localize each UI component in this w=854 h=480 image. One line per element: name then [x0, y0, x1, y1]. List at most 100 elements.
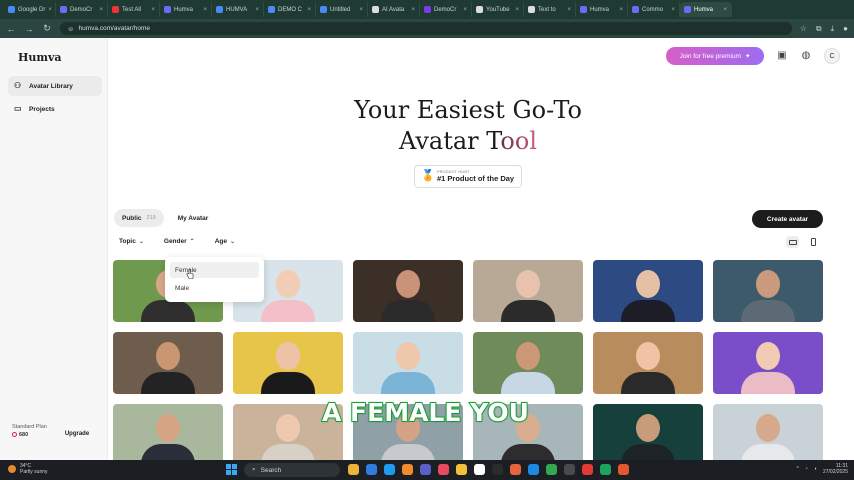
taskbar-app-icon[interactable] — [348, 464, 359, 475]
clock[interactable]: 11:31 27/02/2025 — [823, 463, 848, 475]
tab-my-avatar[interactable]: My Avatar — [170, 209, 217, 227]
sun-icon — [8, 465, 16, 473]
avatar-card[interactable] — [473, 332, 583, 394]
taskbar-search[interactable]: ⌕ Search — [244, 463, 340, 477]
taskbar-app-icon[interactable] — [582, 464, 593, 475]
filter-topic[interactable]: Topic ⌄ — [119, 238, 144, 245]
gender-option-female[interactable]: Female — [170, 262, 259, 278]
avatar-card[interactable] — [593, 332, 703, 394]
library-tabs: Public 219 My Avatar — [114, 209, 216, 227]
upgrade-button[interactable]: Upgrade — [60, 427, 94, 440]
taskbar-app-icon[interactable] — [384, 464, 395, 475]
gender-option-male[interactable]: Male — [170, 280, 259, 296]
browser-tab[interactable]: Commo × — [628, 2, 680, 17]
user-avatar[interactable]: C — [824, 48, 840, 64]
browser-tab[interactable]: Humva × — [576, 2, 628, 17]
taskbar-app-icon[interactable] — [366, 464, 377, 475]
browser-tab[interactable]: DemoCr × — [56, 2, 108, 17]
tab-favicon-icon — [632, 6, 639, 13]
close-tab-icon[interactable]: × — [48, 7, 52, 13]
taskbar-app-icon[interactable] — [546, 464, 557, 475]
close-tab-icon[interactable]: × — [255, 7, 259, 13]
avatar-face — [756, 342, 780, 370]
taskbar-app-icon[interactable] — [438, 464, 449, 475]
download-icon[interactable]: ⤓ — [831, 24, 835, 34]
avatar-card[interactable] — [713, 260, 823, 322]
close-tab-icon[interactable]: × — [411, 7, 415, 13]
filter-age[interactable]: Age ⌄ — [215, 238, 235, 245]
back-icon[interactable]: ← — [6, 24, 16, 34]
close-tab-icon[interactable]: × — [463, 7, 467, 13]
browser-tab[interactable]: Test All × — [108, 2, 160, 17]
sidebar-item-projects[interactable]: ▭ Projects — [8, 99, 102, 119]
browser-tab[interactable]: Humva × — [160, 2, 212, 17]
create-avatar-button[interactable]: Create avatar — [752, 210, 823, 228]
browser-tab[interactable]: Humva × — [680, 2, 732, 17]
close-tab-icon[interactable]: × — [723, 7, 727, 13]
taskbar-app-icon[interactable] — [420, 464, 431, 475]
chevron-up-icon[interactable]: ^ — [797, 466, 799, 472]
avatar-card[interactable] — [353, 260, 463, 322]
browser-tab[interactable]: DEMO C × — [264, 2, 316, 17]
taskbar-app-icon[interactable] — [456, 464, 467, 475]
portrait-view-button[interactable] — [807, 236, 820, 248]
close-tab-icon[interactable]: × — [359, 7, 363, 13]
taskbar-app-icon[interactable] — [510, 464, 521, 475]
close-tab-icon[interactable]: × — [151, 7, 155, 13]
avatar-body — [621, 372, 675, 394]
browser-tab[interactable]: Text to × — [524, 2, 576, 17]
windows-start-icon[interactable] — [226, 464, 237, 475]
taskbar-app-icon[interactable] — [564, 464, 575, 475]
site-info-icon[interactable]: ⊜ — [68, 25, 73, 33]
avatar-card[interactable] — [593, 404, 703, 460]
avatar-face — [756, 270, 780, 298]
browser-tab[interactable]: YouTube × — [472, 2, 524, 17]
volume-icon[interactable]: ◖ — [814, 466, 817, 472]
browser-tab[interactable]: HUMVA × — [212, 2, 264, 17]
avatar-card[interactable] — [473, 260, 583, 322]
sidebar-item-avatar-library[interactable]: ⚇ Avatar Library — [8, 76, 102, 96]
credits-count: 680 — [19, 432, 29, 438]
close-tab-icon[interactable]: × — [99, 7, 103, 13]
browser-tab[interactable]: DemoCr × — [420, 2, 472, 17]
landscape-view-button[interactable] — [786, 236, 799, 248]
tab-public[interactable]: Public 219 — [114, 209, 164, 227]
humva-logo[interactable]: Humva — [18, 51, 62, 64]
avatar-card[interactable] — [713, 404, 823, 460]
avatar-card[interactable] — [593, 260, 703, 322]
product-hunt-badge[interactable]: 🏅 PRODUCT HUNT #1 Product of the Day — [414, 165, 522, 188]
browser-tab[interactable]: Untitled × — [316, 2, 368, 17]
taskbar-app-icon[interactable] — [600, 464, 611, 475]
avatar-card[interactable] — [233, 332, 343, 394]
join-premium-button[interactable]: Join for free premium ✦ — [666, 47, 764, 65]
address-bar[interactable]: ⊜ humva.com/avatar/home — [60, 22, 792, 35]
tab-favicon-icon — [580, 6, 587, 13]
browser-tab[interactable]: Google Dr × — [4, 2, 56, 17]
avatar-card[interactable] — [113, 332, 223, 394]
filter-gender[interactable]: Gender ⌃ — [164, 238, 195, 245]
taskbar-app-icon[interactable] — [474, 464, 485, 475]
browser-tab[interactable]: AI Avata × — [368, 2, 420, 17]
close-tab-icon[interactable]: × — [619, 7, 623, 13]
wallet-icon[interactable]: ▣ — [776, 50, 788, 62]
close-tab-icon[interactable]: × — [307, 7, 311, 13]
close-tab-icon[interactable]: × — [515, 7, 519, 13]
avatar-card[interactable] — [713, 332, 823, 394]
forward-icon[interactable]: → — [24, 24, 34, 34]
weather-widget[interactable]: 34°C Partly sunny — [8, 463, 48, 475]
taskbar-app-icon[interactable] — [492, 464, 503, 475]
extensions-icon[interactable]: ⧉ — [816, 24, 822, 34]
close-tab-icon[interactable]: × — [671, 7, 675, 13]
network-icon[interactable]: ◔ — [805, 466, 808, 472]
discord-icon[interactable]: ◍ — [800, 50, 812, 62]
avatar-card[interactable] — [353, 332, 463, 394]
avatar-card[interactable] — [113, 404, 223, 460]
close-tab-icon[interactable]: × — [203, 7, 207, 13]
reload-icon[interactable]: ↻ — [42, 23, 52, 34]
taskbar-app-icon[interactable] — [402, 464, 413, 475]
bookmark-star-icon[interactable]: ☆ — [800, 24, 807, 34]
taskbar-app-icon[interactable] — [618, 464, 629, 475]
taskbar-app-icon[interactable] — [528, 464, 539, 475]
profile-icon[interactable]: ● — [843, 24, 848, 34]
close-tab-icon[interactable]: × — [567, 7, 571, 13]
